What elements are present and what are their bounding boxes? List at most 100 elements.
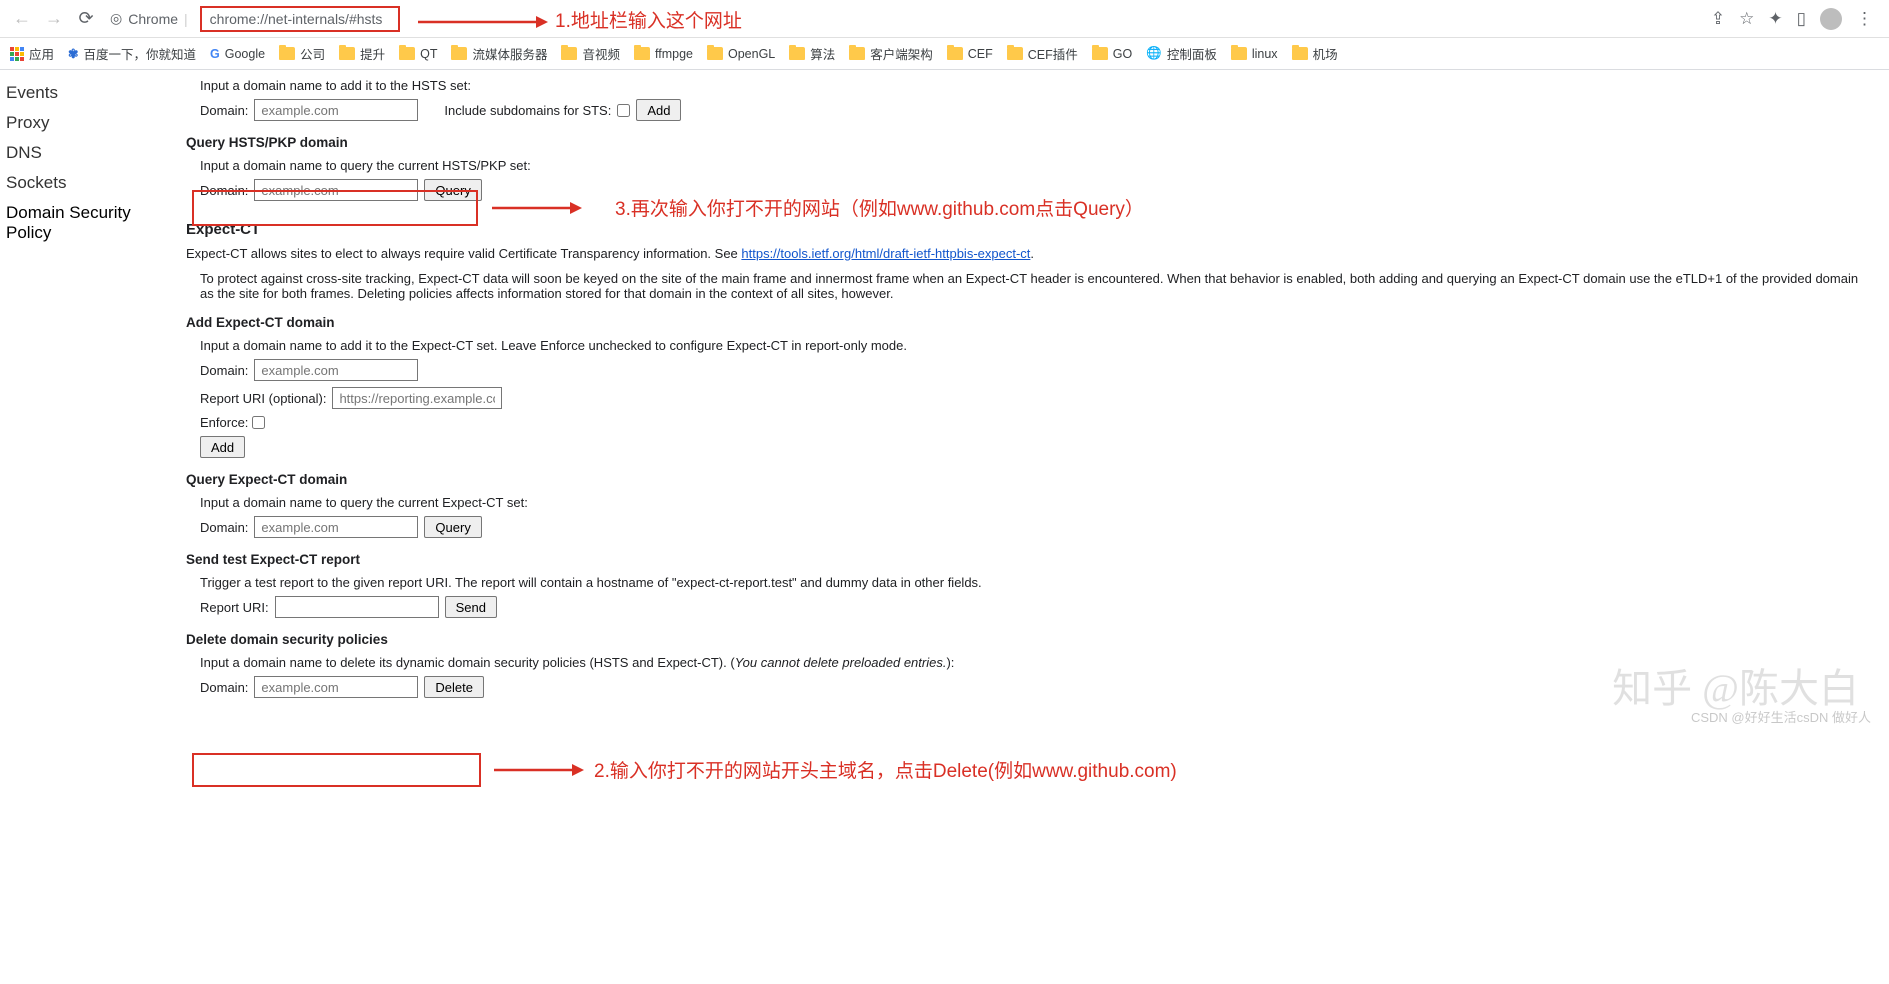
bookmark-ffmpge[interactable]: ffmpge	[634, 47, 693, 61]
bookmark-media[interactable]: 流媒体服务器	[451, 44, 547, 63]
folder-icon	[1292, 47, 1308, 60]
add-ect-heading: Add Expect-CT domain	[186, 315, 1871, 330]
bookmark-linux[interactable]: linux	[1231, 47, 1278, 61]
include-sub-label: Include subdomains for STS:	[444, 103, 611, 118]
sidebar-item-sockets[interactable]: Sockets	[0, 168, 186, 198]
add-ect-instr: Input a domain name to add it to the Exp…	[200, 338, 1871, 353]
folder-icon	[279, 47, 295, 60]
bookmark-baidu[interactable]: ✾百度一下，你就知道	[68, 44, 196, 63]
bookmark-algo[interactable]: 算法	[789, 44, 835, 63]
bookmark-av[interactable]: 音视频	[561, 44, 620, 63]
sidebar-item-dsp[interactable]: Domain Security Policy	[0, 198, 186, 248]
query-hsts-heading: Query HSTS/PKP domain	[186, 135, 1871, 150]
globe-icon: 🌐	[1146, 46, 1162, 61]
content-area: Input a domain name to add it to the HST…	[186, 70, 1889, 744]
bookmark-qt[interactable]: QT	[399, 47, 437, 61]
folder-icon	[399, 47, 415, 60]
bookmark-improve[interactable]: 提升	[339, 44, 385, 63]
query-hsts-domain-input[interactable]	[254, 179, 418, 201]
sidebar-item-events[interactable]: Events	[0, 78, 186, 108]
folder-icon	[561, 47, 577, 60]
query-hsts-instr: Input a domain name to query the current…	[200, 158, 1871, 173]
folder-icon	[789, 47, 805, 60]
annotation-2: 2.输入你打不开的网站开头主域名，点击Delete(例如www.github.c…	[594, 756, 1177, 783]
report-uri-label: Report URI (optional):	[200, 391, 326, 406]
toolbar-right: ⇪ ☆ ✦ ▯ ⋮	[1711, 8, 1881, 30]
add-ect-button[interactable]: Add	[200, 436, 245, 458]
delete-heading: Delete domain security policies	[186, 632, 1871, 647]
query-hsts-button[interactable]: Query	[424, 179, 481, 201]
forward-icon[interactable]: →	[40, 5, 68, 33]
send-test-instr: Trigger a test report to the given repor…	[200, 575, 1871, 590]
extensions-icon[interactable]: ✦	[1768, 9, 1782, 29]
folder-icon	[1231, 47, 1247, 60]
query-ect-heading: Query Expect-CT domain	[186, 472, 1871, 487]
bookmark-arch[interactable]: 客户端架构	[849, 44, 933, 63]
apps-button[interactable]: 应用	[10, 44, 54, 63]
google-icon: G	[210, 47, 220, 61]
reload-icon[interactable]: ⟳	[72, 5, 100, 33]
include-sub-checkbox[interactable]	[617, 104, 630, 117]
folder-icon	[451, 47, 467, 60]
send-test-heading: Send test Expect-CT report	[186, 552, 1871, 567]
chrome-label: Chrome	[128, 11, 178, 27]
sidepanel-icon[interactable]: ▯	[1797, 9, 1806, 29]
bookmark-go[interactable]: GO	[1092, 47, 1132, 61]
domain-label: Domain:	[200, 680, 248, 695]
bookmark-company[interactable]: 公司	[279, 44, 325, 63]
expect-ct-note: To protect against cross-site tracking, …	[200, 271, 1871, 301]
delete-button[interactable]: Delete	[424, 676, 484, 698]
domain-label: Domain:	[200, 363, 248, 378]
browser-toolbar: ← → ⟳ ◎ Chrome | chrome://net-internals/…	[0, 0, 1889, 38]
domain-label: Domain:	[200, 183, 248, 198]
bookmarks-bar: 应用 ✾百度一下，你就知道 GGoogle 公司 提升 QT 流媒体服务器 音视…	[0, 38, 1889, 70]
share-icon[interactable]: ⇪	[1711, 9, 1725, 29]
bookmark-opengl[interactable]: OpenGL	[707, 47, 775, 61]
bookmark-cpanel[interactable]: 🌐控制面板	[1146, 44, 1217, 63]
apps-icon	[10, 47, 24, 61]
folder-icon	[707, 47, 723, 60]
menu-icon[interactable]: ⋮	[1856, 9, 1873, 29]
sidebar-item-proxy[interactable]: Proxy	[0, 108, 186, 138]
delete-domain-input[interactable]	[254, 676, 418, 698]
query-ect-button[interactable]: Query	[424, 516, 481, 538]
query-ect-domain-input[interactable]	[254, 516, 418, 538]
bookmark-cefplugin[interactable]: CEF插件	[1007, 44, 1078, 63]
add-ect-domain-input[interactable]	[254, 359, 418, 381]
send-button[interactable]: Send	[445, 596, 497, 618]
folder-icon	[947, 47, 963, 60]
sidebar: Events Proxy DNS Sockets Domain Security…	[0, 70, 186, 744]
bookmark-airport[interactable]: 机场	[1292, 44, 1338, 63]
delete-instr: Input a domain name to delete its dynami…	[200, 655, 1871, 670]
query-ect-instr: Input a domain name to query the current…	[200, 495, 1871, 510]
arrow-2	[494, 762, 584, 778]
add-hsts-button[interactable]: Add	[636, 99, 681, 121]
profile-icon[interactable]	[1820, 8, 1842, 30]
sidebar-item-dns[interactable]: DNS	[0, 138, 186, 168]
bookmark-cef[interactable]: CEF	[947, 47, 993, 61]
domain-label: Domain:	[200, 103, 248, 118]
arrow-3	[492, 200, 582, 216]
star-icon[interactable]: ☆	[1739, 9, 1754, 29]
back-icon[interactable]: ←	[8, 5, 36, 33]
chrome-icon: ◎	[110, 10, 122, 27]
add-hsts-domain-input[interactable]	[254, 99, 418, 121]
send-report-uri-input[interactable]	[275, 596, 439, 618]
add-hsts-instr: Input a domain name to add it to the HST…	[200, 78, 1871, 93]
report-uri-input[interactable]	[332, 387, 502, 409]
folder-icon	[849, 47, 865, 60]
folder-icon	[1007, 47, 1023, 60]
report-uri2-label: Report URI:	[200, 600, 269, 615]
folder-icon	[634, 47, 650, 60]
annotation-1: 1.地址栏输入这个网址	[555, 6, 742, 33]
folder-icon	[339, 47, 355, 60]
baidu-icon: ✾	[68, 46, 78, 61]
enforce-label: Enforce:	[200, 415, 248, 430]
enforce-checkbox[interactable]	[252, 416, 265, 429]
folder-icon	[1092, 47, 1108, 60]
expect-ct-link[interactable]: https://tools.ietf.org/html/draft-ietf-h…	[741, 246, 1030, 261]
bookmark-google[interactable]: GGoogle	[210, 47, 265, 61]
site-identity: ◎ Chrome |	[110, 10, 188, 27]
redbox-delete	[192, 753, 481, 787]
annotation-3: 3.再次输入你打不开的网站（例如www.github.com点击Query）	[615, 194, 1144, 221]
